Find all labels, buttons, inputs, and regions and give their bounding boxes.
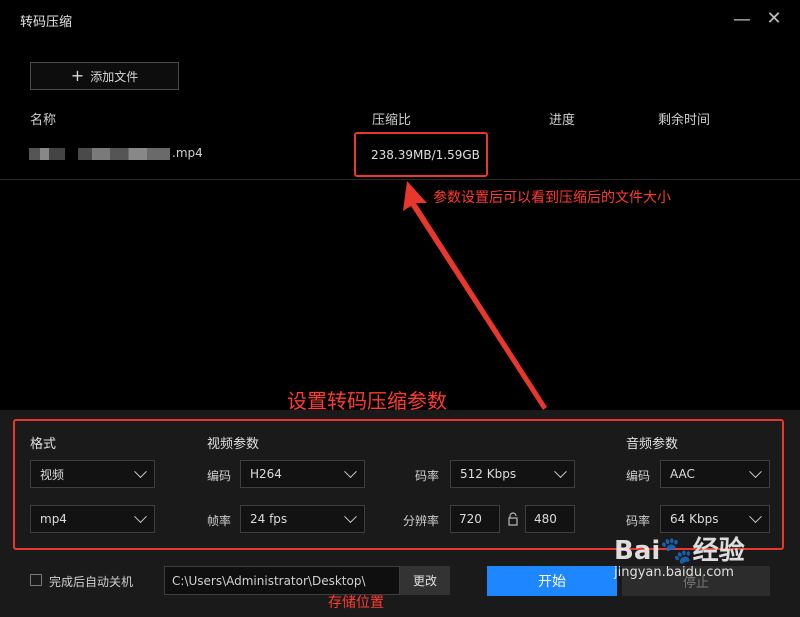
lock-icon[interactable] (507, 512, 519, 526)
plus-icon: + (70, 66, 85, 85)
format-type-value: 视频 (40, 467, 65, 482)
video-bitrate-value: 512 Kbps (460, 467, 517, 481)
change-path-button[interactable]: 更改 (400, 566, 450, 595)
blurred-filename-part (29, 148, 65, 160)
output-path-value: C:\Users\Administrator\Desktop\ (172, 573, 366, 588)
resolution-height-input[interactable]: 480 (525, 505, 575, 533)
audio-bitrate-label: 码率 (626, 514, 651, 528)
chevron-down-icon (554, 464, 567, 478)
auto-shutdown-label: 完成后自动关机 (49, 575, 134, 589)
close-button[interactable]: ✕ (763, 8, 785, 30)
resolution-label: 分辨率 (403, 514, 440, 528)
audio-section-title: 音频参数 (626, 437, 679, 452)
chevron-down-icon (749, 464, 762, 478)
video-codec-select[interactable]: H264 (240, 460, 365, 488)
audio-codec-select[interactable]: AAC (660, 460, 770, 488)
ratio-highlight-box (354, 132, 488, 177)
video-bitrate-select[interactable]: 512 Kbps (450, 460, 575, 488)
baidu-watermark: Bai🐾经验 jingyan.baidu.com (614, 530, 745, 580)
fps-select[interactable]: 24 fps (240, 505, 365, 533)
minimize-button[interactable]: — (731, 9, 753, 31)
resolution-width-input[interactable]: 720 (450, 505, 500, 533)
audio-codec-label: 编码 (626, 469, 651, 483)
chevron-down-icon (134, 509, 147, 523)
chevron-down-icon (344, 464, 357, 478)
annotation-arrow (403, 181, 547, 410)
paw-icon: 🐾 (660, 536, 693, 566)
video-bitrate-label: 码率 (415, 469, 440, 483)
format-section-title: 格式 (30, 437, 57, 452)
fps-label: 帧率 (207, 514, 232, 528)
minimize-icon: — (733, 9, 751, 30)
video-codec-value: H264 (250, 467, 282, 481)
container-select[interactable]: mp4 (30, 505, 155, 533)
output-path-field[interactable]: C:\Users\Administrator\Desktop\ (164, 566, 400, 595)
audio-bitrate-value: 64 Kbps (670, 512, 719, 526)
blurred-filename-part (78, 148, 170, 160)
header-name: 名称 (30, 113, 57, 128)
format-type-select[interactable]: 视频 (30, 460, 155, 488)
audio-codec-value: AAC (670, 467, 695, 481)
watermark-url: jingyan.baidu.com (614, 565, 734, 580)
start-button[interactable]: 开始 (487, 566, 617, 596)
video-section-title: 视频参数 (207, 437, 260, 452)
header-progress: 进度 (549, 113, 576, 128)
chevron-down-icon (749, 509, 762, 523)
window-title: 转码压缩 (20, 15, 73, 30)
container-value: mp4 (40, 512, 67, 526)
watermark-brand2: 经验 (692, 536, 745, 566)
storage-annotation: 存储位置 (328, 595, 384, 611)
watermark-brand: Bai (614, 536, 661, 566)
header-remaining: 剩余时间 (658, 113, 711, 128)
ratio-annotation: 参数设置后可以看到压缩后的文件大小 (433, 190, 671, 206)
resolution-width-value: 720 (459, 512, 482, 526)
auto-shutdown-checkbox[interactable] (30, 574, 42, 586)
fps-value: 24 fps (250, 512, 288, 526)
file-name-suffix: .mp4 (172, 146, 203, 160)
header-ratio: 压缩比 (372, 113, 412, 128)
chevron-down-icon (134, 464, 147, 478)
add-file-label: 添加文件 (90, 69, 139, 84)
video-codec-label: 编码 (207, 469, 232, 483)
resolution-height-value: 480 (534, 512, 557, 526)
chevron-down-icon (344, 509, 357, 523)
add-file-button[interactable]: + 添加文件 (30, 62, 179, 90)
close-icon: ✕ (766, 8, 782, 29)
audio-bitrate-select[interactable]: 64 Kbps (660, 505, 770, 533)
